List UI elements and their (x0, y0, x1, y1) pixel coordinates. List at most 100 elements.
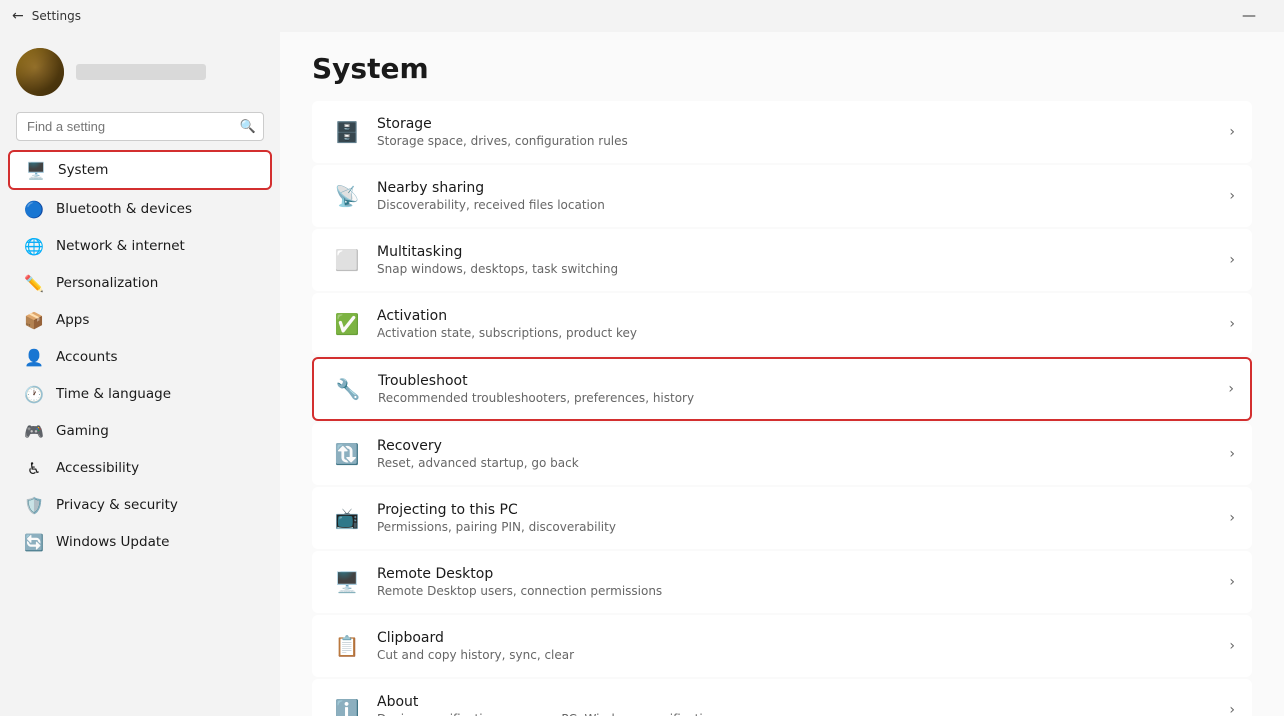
back-icon[interactable]: ← (12, 8, 24, 24)
clipboard-text: Clipboard Cut and copy history, sync, cle… (377, 630, 1221, 662)
settings-item-about[interactable]: ℹ️ AboutDevice specifications, rename PC,… (312, 679, 1252, 716)
app-title: Settings (32, 9, 81, 23)
sidebar-item-time[interactable]: 🕐 Time & language (8, 376, 272, 412)
content-area: System 🗄️ Storage Storage space, drives, c… (280, 32, 1284, 716)
recovery-title: Recovery (377, 438, 1221, 454)
activation-chevron: › (1229, 316, 1235, 332)
multitasking-text: MultitaskingSnap windows, desktops, task… (377, 244, 1221, 276)
page-title: System (312, 52, 1252, 85)
sidebar-item-label-network: Network & internet (56, 238, 185, 254)
nav-container: 🖥️System 🔵 Bluetooth & devices 🌐 Network & i… (0, 149, 280, 561)
recovery-text: Recovery Reset, advanced startup, go back (377, 438, 1221, 470)
sidebar-item-label-time: Time & language (56, 386, 171, 402)
remote-desktop-title: Remote Desktop (377, 566, 1221, 582)
title-bar-controls: — (1226, 0, 1272, 32)
nearby-sharing-chevron: › (1229, 188, 1235, 204)
storage-title: Storage (377, 116, 1221, 132)
search-box: 🔍 (16, 112, 264, 141)
about-text: AboutDevice specifications, rename PC, W… (377, 694, 1221, 716)
about-icon: ℹ️ (329, 692, 365, 716)
projecting-text: Projecting to this PC Permissions, pairin… (377, 502, 1221, 534)
settings-item-projecting[interactable]: 📺 Projecting to this PC Permissions, pairi… (312, 487, 1252, 549)
clipboard-title: Clipboard (377, 630, 1221, 646)
clipboard-desc: Cut and copy history, sync, clear (377, 648, 1221, 662)
sidebar-item-apps[interactable]: 📦 Apps (8, 302, 272, 338)
activation-text: Activation Activation state, subscription… (377, 308, 1221, 340)
apps-icon: 📦 (24, 310, 44, 330)
settings-item-nearby-sharing[interactable]: 📡Nearby sharingDiscoverability, received… (312, 165, 1252, 227)
sidebar-item-label-apps: Apps (56, 312, 89, 328)
settings-item-recovery[interactable]: 🔃 Recovery Reset, advanced startup, go bac… (312, 423, 1252, 485)
recovery-chevron: › (1229, 446, 1235, 462)
sidebar-item-update[interactable]: 🔄 Windows Update (8, 524, 272, 560)
recovery-desc: Reset, advanced startup, go back (377, 456, 1221, 470)
time-icon: 🕐 (24, 384, 44, 404)
sidebar-item-accessibility[interactable]: ♿ Accessibility (8, 450, 272, 486)
sidebar-item-network[interactable]: 🌐 Network & internet (8, 228, 272, 264)
troubleshoot-text: TroubleshootRecommended troubleshooters,… (378, 373, 1220, 405)
nearby-sharing-desc: Discoverability, received files location (377, 198, 1221, 212)
multitasking-title: Multitasking (377, 244, 1221, 260)
multitasking-icon: ⬜ (329, 242, 365, 278)
troubleshoot-title: Troubleshoot (378, 373, 1220, 389)
settings-item-clipboard[interactable]: 📋 Clipboard Cut and copy history, sync, cl… (312, 615, 1252, 677)
user-info-placeholder (76, 64, 206, 80)
sidebar-item-gaming[interactable]: 🎮 Gaming (8, 413, 272, 449)
update-icon: 🔄 (24, 532, 44, 552)
avatar-image (16, 48, 64, 96)
gaming-icon: 🎮 (24, 421, 44, 441)
minimize-button[interactable]: — (1226, 0, 1272, 32)
accounts-icon: 👤 (24, 347, 44, 367)
clipboard-icon: 📋 (329, 628, 365, 664)
user-section (0, 32, 280, 108)
nearby-sharing-text: Nearby sharing Discoverability, received … (377, 180, 1221, 212)
sidebar-item-personalization[interactable]: ✏️Personalization (8, 265, 272, 301)
settings-item-remote-desktop[interactable]: 🖥️ Remote DesktopRemote Desktop users, co… (312, 551, 1252, 613)
nearby-sharing-title: Nearby sharing (377, 180, 1221, 196)
settings-item-activation[interactable]: ✅ Activation Activation state, subscriptio… (312, 293, 1252, 355)
troubleshoot-icon: 🔧 (330, 371, 366, 407)
about-title: About (377, 694, 1221, 710)
clipboard-chevron: › (1229, 638, 1235, 654)
sidebar-item-label-accessibility: Accessibility (56, 460, 139, 476)
sidebar: 🔍 🖥️System 🔵 Bluetooth & devices 🌐 Network &… (0, 32, 280, 716)
accessibility-icon: ♿ (24, 458, 44, 478)
storage-chevron: › (1229, 124, 1235, 140)
title-bar-left: ← Settings (12, 8, 81, 24)
sidebar-item-label-gaming: Gaming (56, 423, 109, 439)
title-bar: ← Settings — (0, 0, 1284, 32)
settings-item-multitasking[interactable]: ⬜ MultitaskingSnap windows, desktops, tas… (312, 229, 1252, 291)
avatar[interactable] (16, 48, 64, 96)
sidebar-item-label-update: Windows Update (56, 534, 169, 550)
sidebar-item-label-accounts: Accounts (56, 349, 118, 365)
app-body: 🔍 🖥️System🔵Bluetooth & devices🌐Network &… (0, 32, 1284, 716)
recovery-icon: 🔃 (329, 436, 365, 472)
sidebar-item-bluetooth[interactable]: 🔵 Bluetooth & devices (8, 191, 272, 227)
projecting-desc: Permissions, pairing PIN, discoverabilit… (377, 520, 1221, 534)
storage-text: Storage Storage space, drives, configurat… (377, 116, 1221, 148)
settings-item-storage[interactable]: 🗄️ Storage Storage space, drives, configur… (312, 101, 1252, 163)
remote-desktop-icon: 🖥️ (329, 564, 365, 600)
activation-title: Activation (377, 308, 1221, 324)
sidebar-item-label-bluetooth: Bluetooth & devices (56, 201, 192, 217)
privacy-icon: 🛡️ (24, 495, 44, 515)
about-chevron: › (1229, 702, 1235, 716)
storage-desc: Storage space, drives, configuration rul… (377, 134, 1221, 148)
projecting-icon: 📺 (329, 500, 365, 536)
multitasking-chevron: › (1229, 252, 1235, 268)
remote-desktop-text: Remote DesktopRemote Desktop users, conn… (377, 566, 1221, 598)
settings-item-troubleshoot[interactable]: 🔧 TroubleshootRecommended troubleshooters… (312, 357, 1252, 421)
projecting-title: Projecting to this PC (377, 502, 1221, 518)
storage-icon: 🗄️ (329, 114, 365, 150)
network-icon: 🌐 (24, 236, 44, 256)
bluetooth-icon: 🔵 (24, 199, 44, 219)
activation-desc: Activation state, subscriptions, product… (377, 326, 1221, 340)
sidebar-item-system[interactable]: 🖥️System (8, 150, 272, 190)
activation-icon: ✅ (329, 306, 365, 342)
troubleshoot-chevron: › (1228, 381, 1234, 397)
settings-list: 🗄️ Storage Storage space, drives, configur… (312, 101, 1252, 716)
personalization-icon: ✏️ (24, 273, 44, 293)
sidebar-item-accounts[interactable]: 👤 Accounts (8, 339, 272, 375)
search-input[interactable] (16, 112, 264, 141)
sidebar-item-privacy[interactable]: 🛡️Privacy & security (8, 487, 272, 523)
